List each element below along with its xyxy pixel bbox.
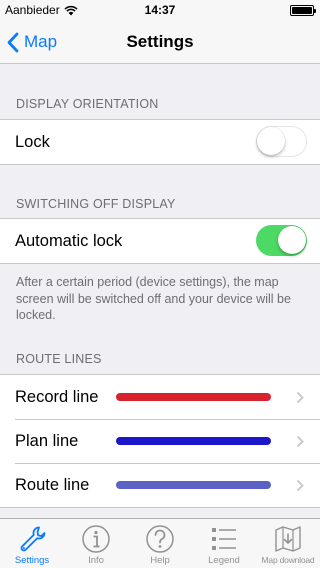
wrench-icon <box>20 526 46 552</box>
battery-icon <box>290 5 316 16</box>
toggle-knob <box>278 226 306 254</box>
automatic-lock-label: Automatic lock <box>15 231 123 250</box>
settings-list[interactable]: DISPLAY ORIENTATION Lock SWITCHING OFF D… <box>0 65 320 518</box>
route-line-row-plan[interactable]: Plan line <box>0 419 320 463</box>
toggle-knob <box>257 127 285 155</box>
route-line-label: Route line <box>15 475 90 494</box>
section-header-route-lines: ROUTE LINES <box>16 352 102 366</box>
group-route-lines: Record line Plan line Route line <box>0 374 320 508</box>
tab-legend[interactable]: Legend <box>192 519 256 568</box>
chevron-right-icon <box>296 479 304 492</box>
tab-info[interactable]: Info <box>64 519 128 568</box>
chevron-right-icon <box>296 391 304 404</box>
page-title: Settings <box>126 32 194 51</box>
plan-line-color-swatch <box>116 437 271 445</box>
route-line-row-record[interactable]: Record line <box>0 375 320 419</box>
chevron-right-icon <box>296 435 304 448</box>
tab-label: Info <box>88 555 104 566</box>
record-line-color-swatch <box>116 393 271 401</box>
lock-label: Lock <box>15 132 50 151</box>
tab-bar: Settings Info Help Legend Map download <box>0 518 320 568</box>
info-icon <box>82 525 110 553</box>
lock-row: Lock <box>0 120 320 164</box>
group-switching-off-display: Automatic lock <box>0 218 320 264</box>
status-bar: Aanbieder 14:37 <box>0 0 320 20</box>
automatic-lock-note: After a certain period (device settings)… <box>16 275 291 322</box>
tab-label: Help <box>150 555 170 566</box>
tab-help[interactable]: Help <box>128 519 192 568</box>
route-line-row-route[interactable]: Route line <box>0 463 320 507</box>
plan-line-label: Plan line <box>15 431 79 450</box>
tab-settings[interactable]: Settings <box>0 519 64 568</box>
section-header-switching-off-display: SWITCHING OFF DISPLAY <box>16 197 176 211</box>
help-icon <box>146 525 174 553</box>
tab-label: Settings <box>14 555 50 566</box>
section-header-display-orientation: DISPLAY ORIENTATION <box>16 97 159 111</box>
record-line-label: Record line <box>15 387 99 406</box>
group-display-orientation: Lock <box>0 119 320 165</box>
tab-label: Legend <box>208 555 240 566</box>
map-download-icon <box>275 526 301 552</box>
navigation-bar: Map Settings <box>0 20 320 64</box>
route-line-color-swatch <box>116 481 271 489</box>
legend-list-icon <box>212 528 236 550</box>
lock-toggle[interactable] <box>256 126 307 157</box>
automatic-lock-toggle[interactable] <box>256 225 307 256</box>
status-time: 14:37 <box>144 3 176 17</box>
tab-label: Map download <box>261 555 315 565</box>
tab-map-download[interactable]: Map download <box>256 519 320 568</box>
automatic-lock-row: Automatic lock <box>0 219 320 263</box>
